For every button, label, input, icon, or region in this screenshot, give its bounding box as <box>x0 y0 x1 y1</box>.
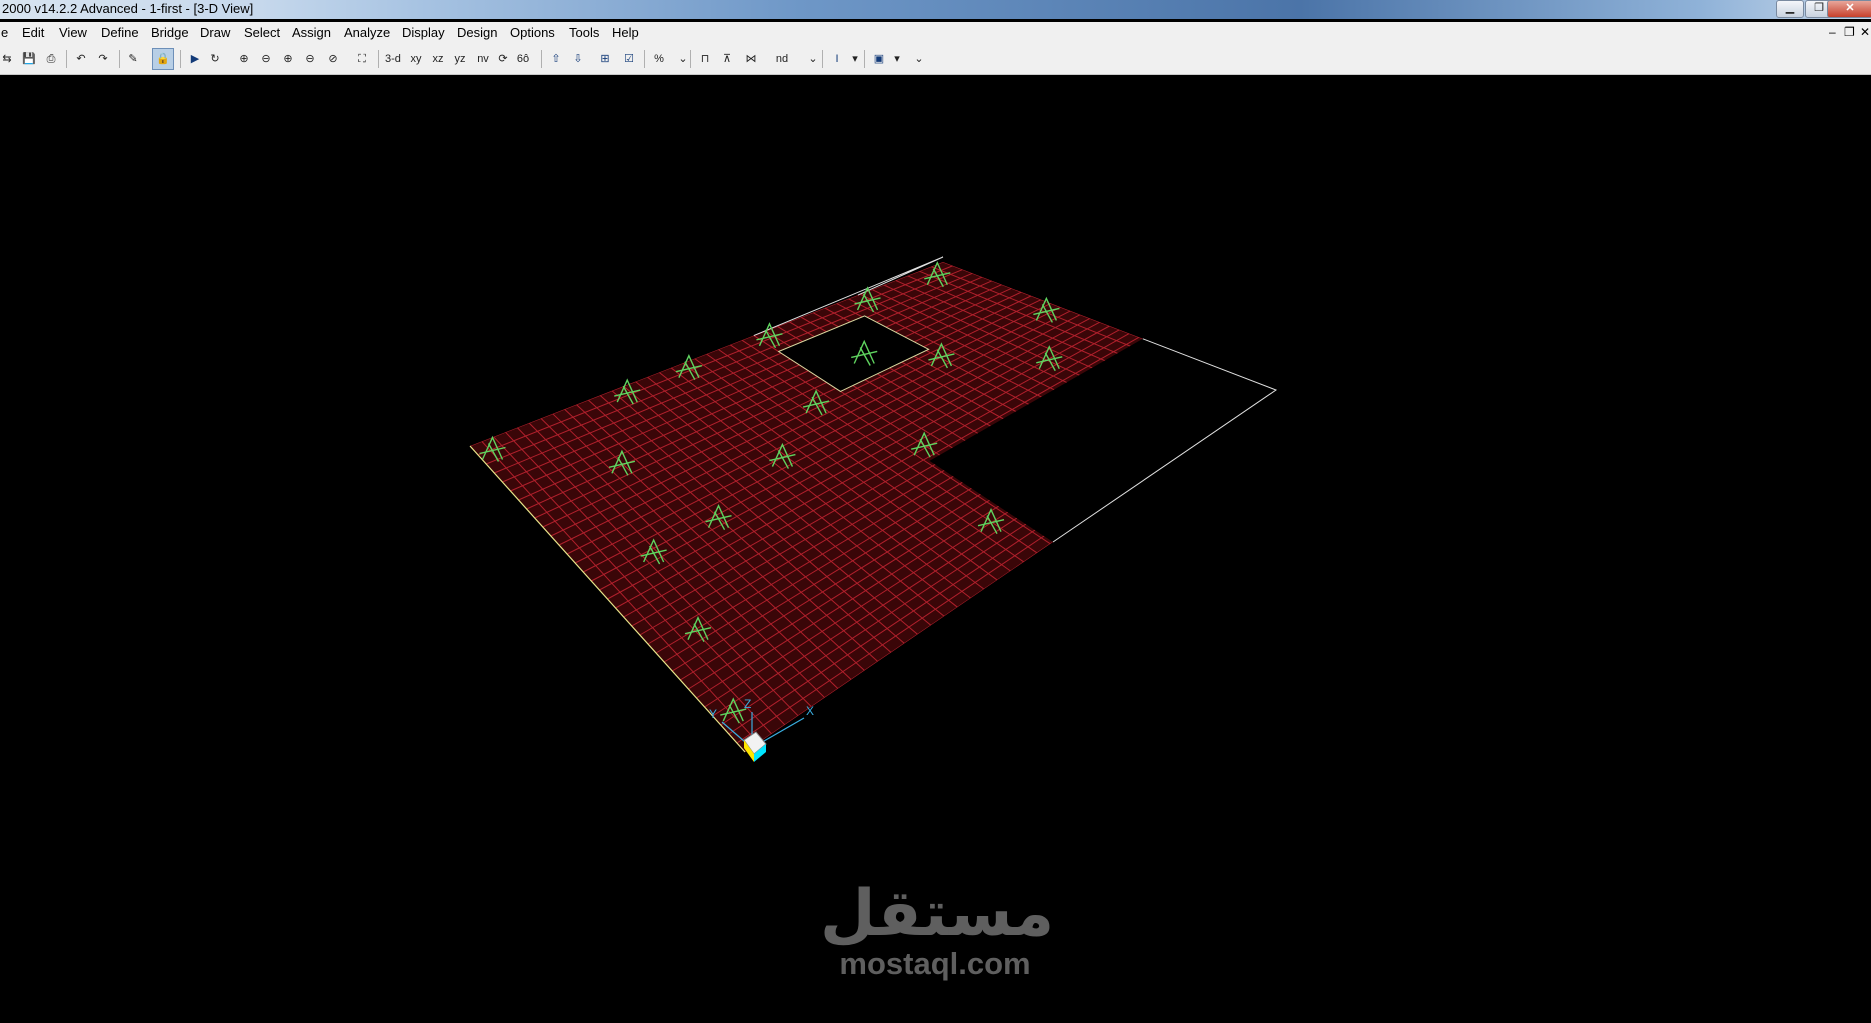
frame-icon[interactable]: ⊓ <box>698 49 712 69</box>
toolbar-separator <box>822 50 823 68</box>
mdi-restore-icon[interactable]: ❐ <box>1844 25 1855 39</box>
toolbar-separator <box>644 50 645 68</box>
menu-view[interactable]: View <box>59 25 87 40</box>
menu-select[interactable]: Select <box>244 25 280 40</box>
rotate-icon[interactable]: ⟳ <box>496 49 510 69</box>
menu-help[interactable]: Help <box>612 25 639 40</box>
menu-tools[interactable]: Tools <box>569 25 599 40</box>
view-3d-button[interactable]: 3-d <box>385 49 401 69</box>
toolbar-separator <box>119 50 120 68</box>
percent-icon[interactable]: % <box>652 49 666 69</box>
menu-design[interactable]: Design <box>457 25 497 40</box>
view-xy-button[interactable]: xy <box>409 49 423 69</box>
menu-draw[interactable]: Draw <box>200 25 230 40</box>
pan-icon[interactable]: ⛶ <box>355 49 369 69</box>
pencil-icon[interactable]: ✎ <box>126 49 140 69</box>
refresh-window-icon[interactable]: ↻ <box>208 49 222 69</box>
move-down-icon[interactable]: ⇩ <box>571 49 585 69</box>
truss-icon[interactable]: ⊼ <box>720 49 734 69</box>
structural-model-drawing[interactable]: YZ X <box>0 75 1871 1019</box>
menu-edit[interactable]: Edit <box>22 25 44 40</box>
zoom-window-icon[interactable]: ⊕ <box>237 49 251 69</box>
save-icon[interactable]: 💾 <box>22 49 36 69</box>
zoom-out-icon[interactable]: ⊖ <box>303 49 317 69</box>
undo-icon[interactable]: ↶ <box>74 49 88 69</box>
x-axis-label: X <box>806 704 814 718</box>
nd-button[interactable]: nd <box>775 49 789 69</box>
menu-define[interactable]: Define <box>101 25 139 40</box>
print-icon[interactable]: ⎙ <box>44 49 58 69</box>
z-axis-label: Z <box>744 697 751 711</box>
toolbar-dropdown-icon[interactable]: ⌄ <box>806 49 820 69</box>
grid-icon[interactable]: ⋈ <box>744 49 758 69</box>
display-icon[interactable]: ▣ <box>872 49 886 69</box>
toolbar-dropdown-icon[interactable]: ⌄ <box>912 49 926 69</box>
view-xz-button[interactable]: xz <box>431 49 445 69</box>
slab-surface <box>470 262 1143 752</box>
section-icon[interactable]: I <box>830 49 844 69</box>
view-nv-button[interactable]: nv <box>476 49 490 69</box>
mdi-minimize-icon[interactable]: – <box>1829 25 1836 39</box>
window-title-bar[interactable]: 2000 v14.2.2 Advanced - 1-first - [3-D V… <box>0 0 1871 19</box>
mdi-close-icon[interactable]: ✕ <box>1860 25 1870 39</box>
close-icon[interactable]: ✕ <box>1827 0 1871 18</box>
y-axis-label: Y <box>709 707 717 721</box>
menu-analyze[interactable]: Analyze <box>344 25 390 40</box>
menu-display[interactable]: Display <box>402 25 445 40</box>
redo-icon[interactable]: ↷ <box>96 49 110 69</box>
dropdown-arrow-icon[interactable]: ▾ <box>848 49 862 69</box>
toolbar-separator <box>541 50 542 68</box>
minimize-icon[interactable]: ▁ <box>1776 0 1804 18</box>
toolbar-separator <box>690 50 691 68</box>
zoom-previous-icon[interactable]: ⊘ <box>326 49 340 69</box>
toolbar-separator <box>864 50 865 68</box>
menu-options[interactable]: Options <box>510 25 555 40</box>
model-viewport-3d[interactable]: YZX <box>0 75 1871 1019</box>
run-icon[interactable]: ▶ <box>188 49 202 69</box>
check-icon[interactable]: ☑ <box>622 49 636 69</box>
move-up-icon[interactable]: ⇧ <box>549 49 563 69</box>
open-icon[interactable]: ⇆ <box>0 49 14 69</box>
menu-bar: e Edit View Define Bridge Draw Select As… <box>0 22 1871 44</box>
toolbar-dropdown-icon[interactable]: ⌄ <box>676 49 690 69</box>
menu-file[interactable]: e <box>1 25 8 40</box>
view-yz-button[interactable]: yz <box>453 49 467 69</box>
zoom-fit-icon[interactable]: ⊖ <box>259 49 273 69</box>
zoom-in-icon[interactable]: ⊕ <box>281 49 295 69</box>
toolbar-separator <box>180 50 181 68</box>
menu-bridge[interactable]: Bridge <box>151 25 189 40</box>
toolbar-separator <box>378 50 379 68</box>
dropdown-arrow-icon[interactable]: ▾ <box>890 49 904 69</box>
menu-assign[interactable]: Assign <box>292 25 331 40</box>
perspective-icon[interactable]: 6ô <box>516 49 530 69</box>
lock-icon[interactable]: 🔒 <box>152 48 174 70</box>
window-title: 2000 v14.2.2 Advanced - 1-first - [3-D V… <box>2 1 254 16</box>
toolbar-separator <box>66 50 67 68</box>
select-all-icon[interactable]: ⊞ <box>598 49 612 69</box>
main-toolbar: ⇆ 💾 ⎙ ↶ ↷ ✎ 🔒 ▶ ↻ ⊕ ⊖ ⊕ ⊖ ⊘ ⛶ 3-d xy xz … <box>0 44 1871 75</box>
